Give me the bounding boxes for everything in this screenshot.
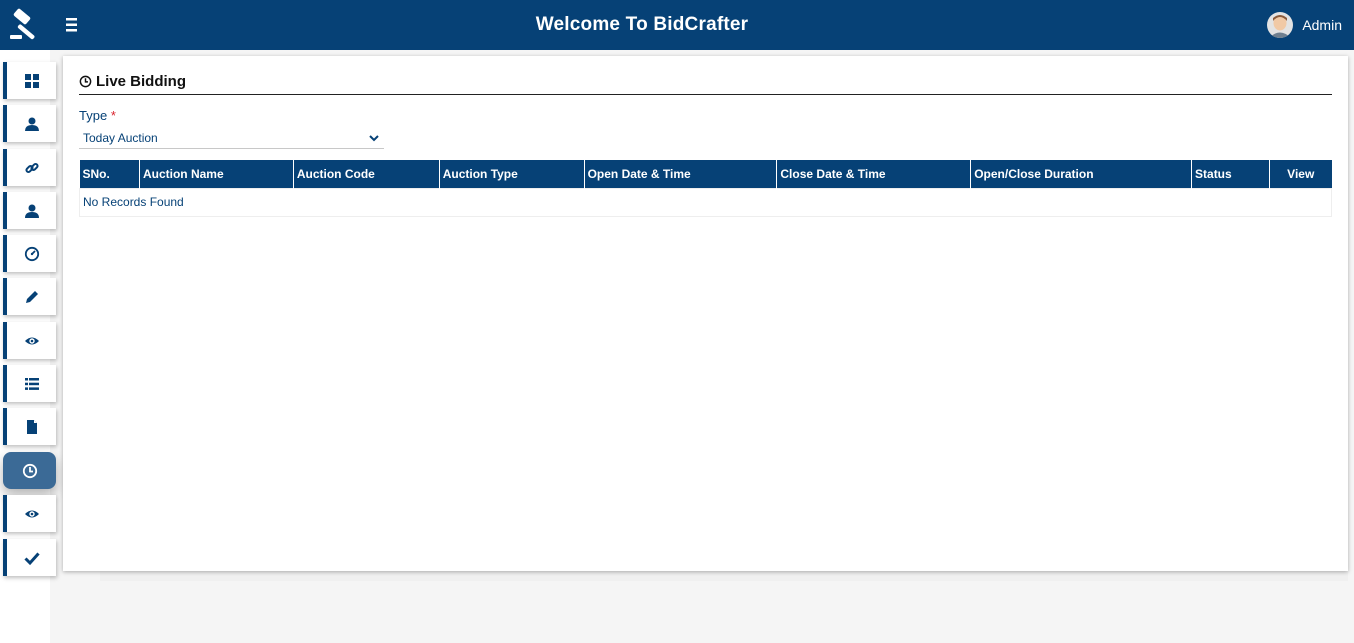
sidebar-item-approve[interactable] bbox=[3, 539, 56, 576]
pencil-icon bbox=[25, 290, 38, 303]
table-header-row: SNo. Auction Name Auction Code Auction T… bbox=[79, 160, 1332, 188]
sidebar-item-list[interactable] bbox=[3, 365, 56, 402]
user-menu[interactable]: Admin bbox=[1267, 12, 1342, 38]
avatar bbox=[1267, 12, 1294, 38]
col-status[interactable]: Status bbox=[1191, 160, 1270, 188]
app-title: Welcome To BidCrafter bbox=[535, 14, 749, 35]
clock-icon bbox=[79, 75, 92, 87]
col-open-date[interactable]: Open Date & Time bbox=[584, 160, 778, 188]
document-icon bbox=[26, 419, 37, 434]
sidebar-item-document[interactable] bbox=[3, 408, 56, 445]
page-title: Live Bidding bbox=[96, 72, 186, 90]
table-row: No Records Found bbox=[79, 187, 1332, 217]
dashboard-icon bbox=[24, 73, 39, 88]
col-duration[interactable]: Open/Close Duration bbox=[970, 160, 1193, 188]
chevron-down-icon bbox=[369, 135, 379, 142]
check-icon bbox=[23, 551, 40, 565]
eye-icon bbox=[24, 510, 39, 517]
col-close-date[interactable]: Close Date & Time bbox=[776, 160, 972, 188]
col-auction-type[interactable]: Auction Type bbox=[439, 160, 585, 188]
col-auction-code[interactable]: Auction Code bbox=[293, 160, 440, 188]
sidebar-item-live-bidding[interactable] bbox=[3, 452, 56, 489]
link-icon bbox=[24, 162, 39, 173]
sidebar-item-view[interactable] bbox=[3, 322, 56, 359]
col-sno[interactable]: SNo. bbox=[79, 160, 140, 188]
eye-icon bbox=[24, 337, 39, 344]
col-view[interactable]: View bbox=[1269, 160, 1332, 188]
sidebar-item-edit[interactable] bbox=[3, 278, 56, 315]
sidebar-item-user-2[interactable] bbox=[3, 192, 56, 229]
user-icon bbox=[24, 204, 39, 218]
sidebar-item-speedometer[interactable] bbox=[3, 235, 56, 272]
sidebar-item-view-2[interactable] bbox=[3, 495, 56, 532]
clock-icon bbox=[22, 463, 37, 478]
sidebar-item-link[interactable] bbox=[3, 149, 56, 186]
required-mark: * bbox=[110, 108, 116, 123]
speedometer-icon bbox=[24, 246, 39, 261]
type-label: Type * bbox=[79, 108, 116, 123]
type-select-value: Today Auction bbox=[83, 131, 158, 145]
type-select[interactable]: Today Auction bbox=[79, 128, 384, 149]
card-shadow-strip bbox=[100, 571, 1348, 581]
top-navbar: Welcome To BidCrafter Admin bbox=[0, 0, 1354, 50]
card-header: Live Bidding bbox=[79, 68, 1332, 95]
live-bidding-card: Live Bidding Type * Today Auction SNo. A… bbox=[63, 56, 1348, 571]
sidebar-item-dashboard[interactable] bbox=[3, 62, 56, 99]
type-label-text: Type bbox=[79, 108, 108, 123]
list-icon bbox=[24, 377, 39, 390]
col-auction-name[interactable]: Auction Name bbox=[139, 160, 294, 188]
user-name: Admin bbox=[1302, 17, 1342, 33]
user-icon bbox=[24, 117, 39, 131]
sidebar-item-user[interactable] bbox=[3, 105, 56, 142]
auction-table: SNo. Auction Name Auction Code Auction T… bbox=[79, 160, 1332, 217]
empty-message: No Records Found bbox=[79, 187, 1332, 217]
